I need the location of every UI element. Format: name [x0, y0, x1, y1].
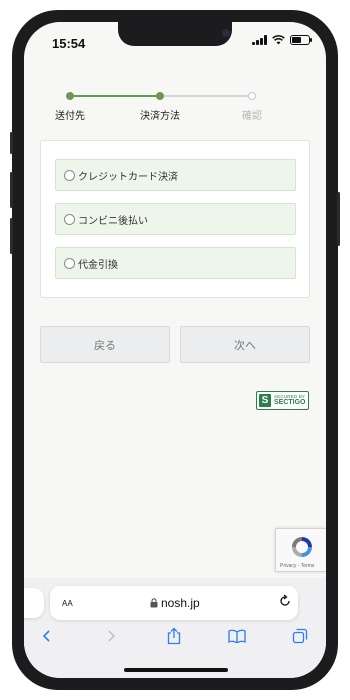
phone-power-button: [337, 192, 340, 246]
next-button[interactable]: 次へ: [180, 326, 310, 363]
wifi-icon: [272, 35, 285, 45]
aa-label: AA: [62, 599, 73, 608]
radio-button[interactable]: [64, 169, 75, 181]
radio-button[interactable]: [64, 257, 75, 269]
step-label-confirm: 確認: [242, 111, 262, 122]
screen: 15:54 送付先 決済方法 確認 クレジットカード決済 コンビニ後払い 代金引…: [24, 22, 326, 678]
sectigo-seal[interactable]: S SECURED BY SECTIGO: [256, 391, 309, 410]
payment-option-cash-on-delivery[interactable]: 代金引換: [55, 247, 296, 279]
stepper-line-pending: [160, 95, 252, 97]
camera-icon: [222, 29, 230, 37]
status-time: 15:54: [52, 36, 86, 51]
back-arrow-icon[interactable]: [36, 626, 58, 646]
stepper-line-complete: [70, 95, 160, 97]
forward-arrow-icon[interactable]: [100, 626, 122, 646]
lock-icon: [150, 598, 158, 608]
payment-option-convenience-store[interactable]: コンビニ後払い: [55, 203, 296, 235]
url-display[interactable]: nosh.jp: [150, 596, 200, 610]
share-icon[interactable]: [163, 626, 185, 646]
recaptcha-links[interactable]: Privacy - Terms: [280, 563, 314, 569]
reader-settings-button[interactable]: AA: [62, 597, 73, 609]
previous-tab-preview[interactable]: [24, 588, 44, 618]
recaptcha-icon: [292, 537, 312, 557]
notch: [118, 22, 232, 46]
bookmarks-icon[interactable]: [226, 626, 248, 646]
payment-option-label: 代金引換: [78, 259, 118, 271]
home-indicator[interactable]: [124, 668, 228, 672]
payment-option-label: コンビニ後払い: [78, 215, 148, 227]
tabs-icon[interactable]: [289, 626, 311, 646]
step-label-payment: 決済方法: [140, 111, 180, 122]
phone-volume-up-button: [10, 172, 13, 208]
recaptcha-badge[interactable]: Privacy - Terms: [275, 528, 326, 572]
payment-option-credit-card[interactable]: クレジットカード決済: [55, 159, 296, 191]
url-text: nosh.jp: [161, 596, 200, 610]
phone-volume-down-button: [10, 218, 13, 254]
radio-button[interactable]: [64, 213, 75, 225]
step-dot-payment: [156, 92, 164, 100]
seal-brand-text: SECTIGO: [274, 399, 306, 407]
payment-method-card: クレジットカード決済 コンビニ後払い 代金引換: [40, 140, 310, 298]
cellular-signal-icon: [252, 35, 267, 45]
step-label-shipping: 送付先: [55, 111, 85, 122]
step-dot-shipping: [66, 92, 74, 100]
battery-icon: [290, 35, 312, 45]
step-dot-confirm: [248, 92, 256, 100]
payment-option-label: クレジットカード決済: [78, 171, 178, 183]
sectigo-logo-icon: S: [259, 394, 271, 407]
back-button[interactable]: 戻る: [40, 326, 170, 363]
phone-side-button: [10, 132, 13, 154]
status-icons: [252, 35, 312, 45]
reload-icon[interactable]: [278, 594, 292, 608]
